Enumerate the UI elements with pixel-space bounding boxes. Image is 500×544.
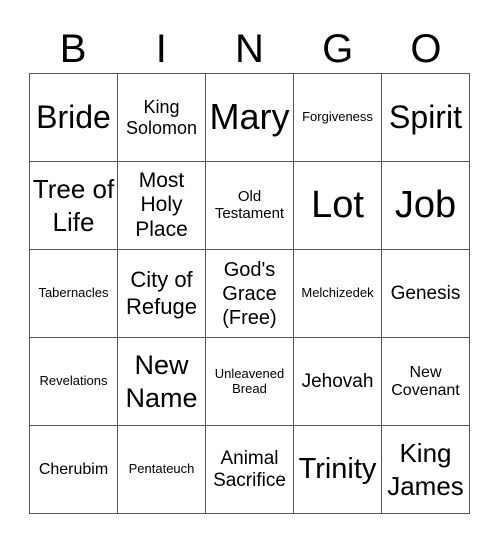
bingo-cell[interactable]: Melchizedek bbox=[294, 250, 382, 338]
bingo-cell[interactable]: Mary bbox=[206, 74, 294, 162]
header-letter-n: N bbox=[235, 27, 264, 71]
bingo-cell[interactable]: Forgiveness bbox=[294, 74, 382, 162]
bingo-cell[interactable]: Trinity bbox=[294, 426, 382, 514]
bingo-cell[interactable]: Tabernacles bbox=[30, 250, 118, 338]
bingo-cell[interactable]: Spirit bbox=[382, 74, 470, 162]
bingo-cell[interactable]: Most Holy Place bbox=[118, 162, 206, 250]
bingo-cell[interactable]: Unleavened Bread bbox=[206, 338, 294, 426]
bingo-cell[interactable]: Jehovah bbox=[294, 338, 382, 426]
bingo-cell[interactable]: Old Testament bbox=[206, 162, 294, 250]
bingo-cell[interactable]: New Name bbox=[118, 338, 206, 426]
bingo-cell[interactable]: New Covenant bbox=[382, 338, 470, 426]
header-letter-g: G bbox=[322, 27, 354, 71]
header-letter-i: I bbox=[155, 27, 167, 71]
bingo-cell-free[interactable]: God's Grace (Free) bbox=[206, 250, 294, 338]
header-letter-o: O bbox=[410, 27, 442, 71]
bingo-cell[interactable]: City of Refuge bbox=[118, 250, 206, 338]
bingo-cell[interactable]: Tree of Life bbox=[30, 162, 118, 250]
header-letter-b: B bbox=[59, 27, 87, 71]
bingo-cell[interactable]: Revelations bbox=[30, 338, 118, 426]
bingo-cell[interactable]: Job bbox=[382, 162, 470, 250]
bingo-cell[interactable]: Pentateuch bbox=[118, 426, 206, 514]
bingo-cell[interactable]: Cherubim bbox=[30, 426, 118, 514]
bingo-header: B I N G O bbox=[29, 24, 470, 74]
bingo-cell[interactable]: Genesis bbox=[382, 250, 470, 338]
bingo-grid: Bride King Solomon Mary Forgiveness Spir… bbox=[29, 73, 470, 514]
bingo-cell[interactable]: Bride bbox=[30, 74, 118, 162]
bingo-cell[interactable]: King James bbox=[382, 426, 470, 514]
bingo-cell[interactable]: Lot bbox=[294, 162, 382, 250]
bingo-cell[interactable]: Animal Sacrifice bbox=[206, 426, 294, 514]
bingo-cell[interactable]: King Solomon bbox=[118, 74, 206, 162]
